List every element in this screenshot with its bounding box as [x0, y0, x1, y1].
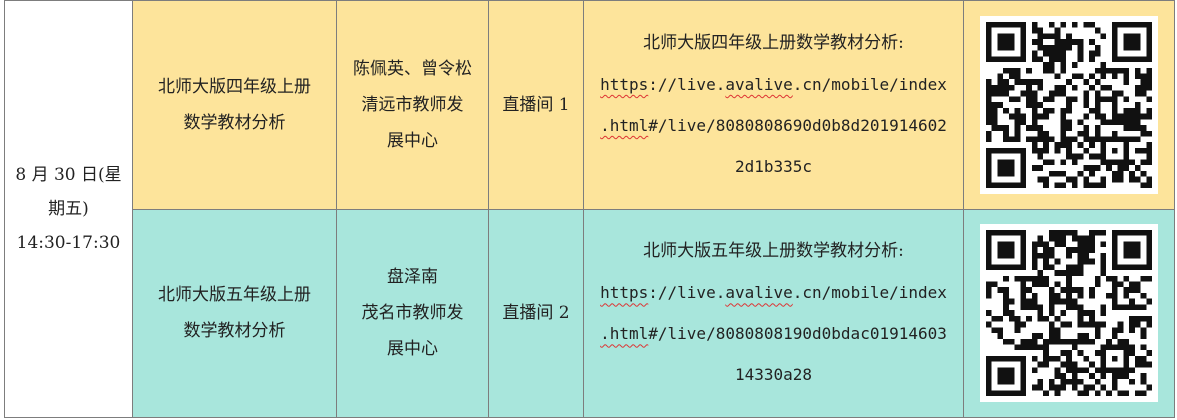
time-range-line: 14:30-17:30	[16, 233, 121, 253]
presenter-line: 盘泽南	[387, 267, 438, 288]
room-label: 直播间 2	[502, 303, 570, 324]
schedule-table: 8 月 30 日(星 期五) 14:30-17:30 北师大版四年级上册 数学教…	[4, 0, 1175, 418]
link-cell: 北师大版四年级上册数学教材分析: https://live.avalive.cn…	[583, 0, 964, 210]
link-heading: 北师大版四年级上册数学教材分析:	[643, 32, 904, 53]
qr-code-icon[interactable]	[980, 224, 1158, 403]
live-link[interactable]: https://live.avalive.cn/mobile/index	[584, 64, 963, 105]
qr-code-icon[interactable]	[986, 21, 1152, 188]
live-link[interactable]: 14330a28	[584, 354, 963, 395]
session-row-1: 8 月 30 日(星 期五) 14:30-17:30 北师大版四年级上册 数学教…	[4, 0, 1175, 418]
topic-line: 北师大版五年级上册	[158, 285, 311, 306]
qr-cell	[963, 0, 1175, 210]
qr-code-icon[interactable]	[986, 230, 1152, 397]
presenter-line: 茂名市教师发	[361, 303, 464, 324]
presenter-line: 展中心	[387, 130, 438, 151]
presenter-cell: 陈佩英、曾令松 清远市教师发 展中心	[336, 0, 489, 210]
live-link[interactable]: https://live.avalive.cn/mobile/index	[584, 272, 963, 313]
qr-cell	[963, 208, 1175, 418]
topic-line: 数学教材分析	[183, 112, 286, 133]
date-time-cell: 8 月 30 日(星 期五) 14:30-17:30	[4, 0, 133, 418]
link-part[interactable]: .html	[600, 116, 648, 135]
presenter-cell: 盘泽南 茂名市教师发 展中心	[336, 208, 489, 418]
topic-cell: 北师大版四年级上册 数学教材分析	[132, 0, 337, 210]
link-part[interactable]: https	[600, 75, 648, 94]
link-part[interactable]: #/live/8080808190d0bdac01914603	[648, 324, 947, 343]
link-part[interactable]: .cn/mobile/index	[793, 283, 947, 302]
topic-line: 数学教材分析	[183, 321, 286, 342]
link-part[interactable]: ://live.	[648, 283, 725, 302]
link-part[interactable]: ://live.	[648, 75, 725, 94]
room-cell: 直播间 1	[488, 0, 584, 210]
qr-code-icon[interactable]	[980, 15, 1158, 194]
topic-line: 北师大版四年级上册	[158, 76, 311, 97]
topic-cell: 北师大版五年级上册 数学教材分析	[132, 208, 337, 418]
room-label: 直播间 1	[502, 94, 570, 115]
live-link[interactable]: 2d1b335c	[584, 146, 963, 187]
weekday-line: 期五)	[48, 199, 89, 219]
link-part[interactable]: #/live/8080808690d0b8d201914602	[648, 116, 947, 135]
link-part[interactable]: https	[600, 283, 648, 302]
link-heading: 北师大版五年级上册数学教材分析:	[643, 241, 904, 262]
date-line: 8 月 30 日(星	[15, 165, 122, 185]
presenter-line: 清远市教师发	[361, 94, 464, 115]
link-part[interactable]: avalive	[725, 75, 792, 94]
link-part[interactable]: avalive	[725, 283, 792, 302]
presenter-line: 展中心	[387, 339, 438, 360]
live-link[interactable]: .html#/live/8080808190d0bdac01914603	[584, 313, 963, 354]
link-part[interactable]: .html	[600, 324, 648, 343]
presenter-line: 陈佩英、曾令松	[353, 58, 472, 79]
live-link[interactable]: .html#/live/8080808690d0b8d201914602	[584, 105, 963, 146]
link-cell: 北师大版五年级上册数学教材分析: https://live.avalive.cn…	[583, 208, 964, 418]
session-row-2: 北师大版五年级上册 数学教材分析 盘泽南 茂名市教师发 展中心 直播间 2 北师…	[5, 208, 1175, 418]
link-part[interactable]: .cn/mobile/index	[793, 75, 947, 94]
room-cell: 直播间 2	[488, 208, 584, 418]
